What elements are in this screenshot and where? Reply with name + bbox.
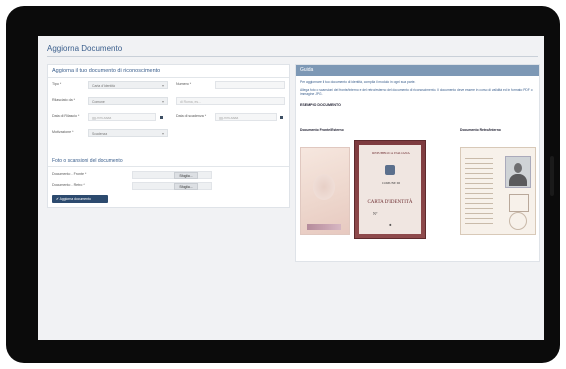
numero-label: Numero * <box>176 82 192 86</box>
card-title-text: CARTA D'IDENTITÀ <box>367 200 413 205</box>
motivazione-label: Motivazione * <box>52 130 74 134</box>
round-stamp <box>509 212 527 230</box>
tipo-value: Carta d'Identità <box>92 84 115 88</box>
caption-front: Documento Fronte/Esterno <box>300 128 344 132</box>
card-republic-text: REPUBBLICA ITALIANA <box>372 151 410 155</box>
motivazione-value: Scadenza <box>92 132 108 136</box>
identity-card-image: REPUBBLICA ITALIANA COMUNE DI CARTA D'ID… <box>354 140 426 239</box>
card-inner: REPUBBLICA ITALIANA COMUNE DI CARTA D'ID… <box>359 145 421 234</box>
calendar-icon[interactable] <box>160 115 163 119</box>
numero-input[interactable] <box>215 81 285 89</box>
guide-text-2: Allega foto o scansioni del fronte/inter… <box>300 88 533 97</box>
file-front-field[interactable] <box>132 171 212 179</box>
document-rear-image <box>460 147 536 235</box>
rilasciato-detail-input[interactable]: di Roma, es... <box>176 97 285 105</box>
rilasciato-label: Rilasciato da * <box>52 98 75 102</box>
emblem-watermark <box>313 174 335 200</box>
person-head <box>514 163 522 173</box>
motivazione-select[interactable]: Scadenza ▾ <box>88 129 168 137</box>
file-rear-field[interactable] <box>132 182 212 190</box>
file-front-label: Documento - Fronte * <box>52 172 87 176</box>
row-tipo-numero: Tipo * Carta d'Identità ▾ Numero * <box>48 81 289 93</box>
tipo-select[interactable]: Carta d'Identità ▾ <box>88 81 168 89</box>
file-rear-label: Documento - Retro * <box>52 183 85 187</box>
data-rilascio-input[interactable]: gg-mm-aaaa <box>88 113 156 121</box>
card-number-text: N° <box>373 211 378 216</box>
chevron-down-icon: ▾ <box>161 131 164 136</box>
rilasciato-detail-placeholder: di Roma, es... <box>180 100 201 104</box>
data-rilascio-placeholder: gg-mm-aaaa <box>92 116 112 120</box>
stamp-box <box>509 194 529 212</box>
app-screen: Aggiorna Documento Aggiorna il tuo docum… <box>38 36 544 340</box>
card-mark: ✱ <box>389 223 392 227</box>
row-file-rear: Documento - Retro * Sfoglia... <box>48 182 289 194</box>
section-divider <box>48 166 289 167</box>
title-divider <box>47 56 538 57</box>
person-photo-icon <box>505 156 531 188</box>
card-comune-text: COMUNE DI <box>382 181 400 185</box>
rilasciato-value: Comune <box>92 100 105 104</box>
emblem-icon <box>385 165 395 175</box>
update-document-form: Aggiorna il tuo documento di riconoscime… <box>47 64 290 208</box>
rilasciato-select[interactable]: Comune ▾ <box>88 97 168 105</box>
document-front-image <box>300 147 350 235</box>
row-motivazione: Motivazione * Scadenza ▾ <box>48 129 289 141</box>
caption-rear: Documento Retro/Interno <box>460 128 501 132</box>
tablet-side-button <box>550 156 554 196</box>
browse-front-button[interactable]: Sfoglia... <box>174 171 198 179</box>
signature-strip <box>307 224 341 230</box>
calendar-icon[interactable] <box>280 115 283 119</box>
example-title: ESEMPIO DOCUMENTO <box>300 103 341 107</box>
scan-section-title: Foto o scansioni del documento <box>52 158 123 164</box>
row-date: Data di Rilascio * gg-mm-aaaa Data di sc… <box>48 113 289 125</box>
guide-header: Guida <box>296 65 539 76</box>
update-document-button[interactable]: ✔ Aggiorna documento <box>52 195 108 203</box>
data-scadenza-placeholder: gg-mm-aaaa <box>219 116 239 120</box>
page-title: Aggiorna Documento <box>47 44 123 53</box>
browse-rear-button[interactable]: Sfoglia... <box>174 182 198 190</box>
tipo-label: Tipo * <box>52 82 62 86</box>
rear-field-lines <box>465 154 493 228</box>
chevron-down-icon: ▾ <box>161 83 164 88</box>
chevron-down-icon: ▾ <box>161 99 164 104</box>
data-rilascio-label: Data di Rilascio * <box>52 114 80 118</box>
data-scadenza-label: Data di scadenza * <box>176 114 207 118</box>
row-rilasciato: Rilasciato da * Comune ▾ di Roma, es... <box>48 97 289 109</box>
guide-panel: Guida Per aggiornare il tuo documento di… <box>295 64 540 262</box>
form-header: Aggiorna il tuo documento di riconoscime… <box>48 65 289 78</box>
data-scadenza-input[interactable]: gg-mm-aaaa <box>215 113 277 121</box>
person-body <box>509 174 527 186</box>
guide-text-1: Per aggiornare il tuo documento di ident… <box>300 80 416 84</box>
